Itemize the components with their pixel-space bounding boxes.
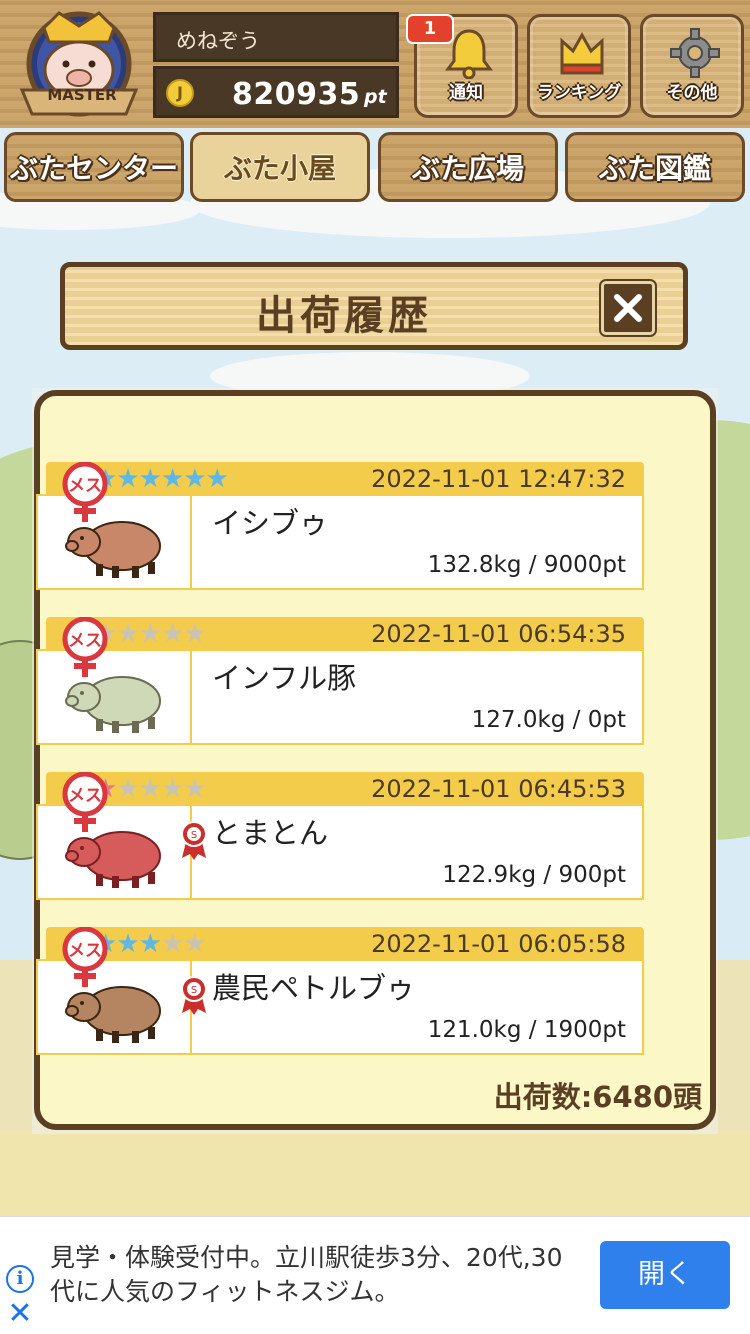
crown-icon: [560, 31, 604, 75]
points-unit: pt: [364, 86, 387, 108]
gender-label: メス: [68, 941, 102, 961]
close-icon: [614, 294, 642, 322]
history-entry-header: ★★★★★ 2022-11-01 06:54:35: [46, 617, 644, 651]
medal-icon: S: [158, 814, 207, 860]
shipping-date: 2022-11-01 06:54:35: [371, 620, 626, 648]
svg-text:S: S: [191, 830, 197, 841]
star-empty-icon: ★: [183, 774, 206, 804]
ad-text: 見学・体験受付中。立川駅徒歩3分、20代,30代に人気のフィットネスジム。: [50, 1243, 563, 1306]
info-icon[interactable]: i: [6, 1265, 34, 1293]
dialog-title: 出荷履歴: [256, 293, 432, 339]
gear-icon: [670, 28, 720, 78]
pig-name: 農民ペトルブゥ: [212, 971, 416, 1005]
history-entry-header: ★★★★★ 2022-11-01 06:45:53: [46, 772, 644, 806]
history-entry[interactable]: ★★★★★ 2022-11-01 06:45:53 S とまとん 122.9kg / 9…: [36, 771, 644, 902]
star-empty-icon: ★: [160, 619, 184, 649]
rarity-stars: ★★★★★: [94, 929, 207, 959]
ranking-label: ランキング: [536, 83, 622, 103]
rarity-stars: ★★★★★★: [94, 464, 229, 494]
shipping-date: 2022-11-01 12:47:32: [371, 465, 626, 493]
star-empty-icon: ★: [116, 774, 139, 804]
points-box: J 820935 pt: [153, 66, 399, 118]
star-filled-icon: ★: [116, 464, 139, 494]
shipping-date: 2022-11-01 06:45:53: [371, 775, 626, 803]
history-entry-body: イシブゥ 132.8kg / 9000pt: [36, 494, 644, 590]
coin-icon: J: [166, 79, 194, 107]
female-gender-icon: メス: [62, 616, 108, 679]
tab-buta-koya[interactable]: ぶた小屋: [190, 132, 370, 202]
pig-weight-points: 122.9kg / 900pt: [442, 862, 626, 888]
gender-label: メス: [68, 476, 102, 496]
tab-buta-center[interactable]: ぶたセンター: [4, 132, 184, 202]
star-empty-icon: ★: [160, 929, 184, 959]
points-value: 820935: [232, 77, 361, 112]
ad-open-button[interactable]: 開く: [600, 1241, 730, 1309]
star-empty-icon: ★: [183, 619, 206, 649]
user-name-box: めねぞう: [153, 12, 399, 62]
tab-buta-zukan[interactable]: ぶた図鑑: [565, 132, 745, 202]
star-empty-icon: ★: [183, 929, 206, 959]
tab-buta-center-label: ぶたセンター: [9, 152, 178, 185]
notification-label: 通知: [449, 83, 483, 103]
header-bar: MASTER めねぞう J 820935 pt 通知 1 ランキング その他: [0, 0, 750, 128]
female-gender-icon: メス: [62, 771, 108, 834]
history-entry-header: ★★★★★★ 2022-11-01 12:47:32: [46, 462, 644, 496]
close-button[interactable]: [599, 279, 657, 337]
history-entry[interactable]: ★★★★★ 2022-11-01 06:05:58 S 農民ペトルブゥ 121.0kg …: [36, 926, 644, 1057]
total-shipped: 出荷数:6480頭: [493, 1080, 702, 1114]
star-filled-icon: ★: [183, 464, 206, 494]
star-empty-icon: ★: [116, 619, 139, 649]
star-filled-icon: ★: [138, 464, 162, 494]
star-empty-icon: ★: [160, 774, 184, 804]
history-entry-body: S 農民ペトルブゥ 121.0kg / 1900pt: [36, 959, 644, 1055]
user-name: めねぞう: [176, 29, 260, 53]
tab-buta-hiroba[interactable]: ぶた広場: [378, 132, 558, 202]
tab-buta-zukan-label: ぶた図鑑: [598, 152, 711, 185]
pig-weight-points: 121.0kg / 1900pt: [427, 1017, 626, 1043]
star-filled-icon: ★: [160, 464, 184, 494]
shipping-date: 2022-11-01 06:05:58: [371, 930, 626, 958]
pig-name: とまとん: [212, 816, 329, 850]
female-gender-icon: メス: [62, 926, 108, 989]
gender-label: メス: [68, 631, 102, 651]
tab-buta-koya-label: ぶた小屋: [223, 152, 336, 185]
history-entry-body: インフル豚 127.0kg / 0pt: [36, 649, 644, 745]
star-filled-icon: ★: [205, 464, 229, 494]
dialog-title-bar: 出荷履歴: [60, 262, 688, 350]
pig-name: インフル豚: [212, 661, 357, 695]
pig-weight-points: 132.8kg / 9000pt: [427, 552, 626, 578]
other-menu-button[interactable]: その他: [640, 14, 744, 118]
rank-badge-label: MASTER: [47, 86, 117, 104]
pig-name: イシブゥ: [212, 506, 329, 540]
history-entry-header: ★★★★★ 2022-11-01 06:05:58: [46, 927, 644, 961]
history-entry[interactable]: ★★★★★★ 2022-11-01 12:47:32 イシブゥ 132.8kg / 9…: [36, 461, 644, 592]
medal-icon: S: [158, 969, 207, 1015]
star-empty-icon: ★: [138, 619, 162, 649]
ad-close-icon[interactable]: ✕: [6, 1299, 34, 1329]
pig-weight-points: 127.0kg / 0pt: [471, 707, 626, 733]
star-filled-icon: ★: [138, 929, 162, 959]
ranking-button[interactable]: ランキング: [527, 14, 631, 118]
star-filled-icon: ★: [116, 929, 139, 959]
ad-banner[interactable]: i ✕ 見学・体験受付中。立川駅徒歩3分、20代,30代に人気のフィットネスジム…: [0, 1216, 750, 1334]
other-menu-label: その他: [666, 83, 718, 103]
female-gender-icon: メス: [62, 461, 108, 524]
tab-buta-hiroba-label: ぶた広場: [411, 152, 524, 185]
star-empty-icon: ★: [138, 774, 162, 804]
history-entry-body: S とまとん 122.9kg / 900pt: [36, 804, 644, 900]
notification-count-badge: 1: [406, 14, 454, 44]
svg-text:S: S: [191, 985, 197, 996]
history-entry[interactable]: ★★★★★ 2022-11-01 06:54:35 インフル豚 127.0kg / 0…: [36, 616, 644, 747]
rarity-stars: ★★★★★: [94, 774, 207, 804]
rarity-stars: ★★★★★: [94, 619, 207, 649]
gender-label: メス: [68, 786, 102, 806]
